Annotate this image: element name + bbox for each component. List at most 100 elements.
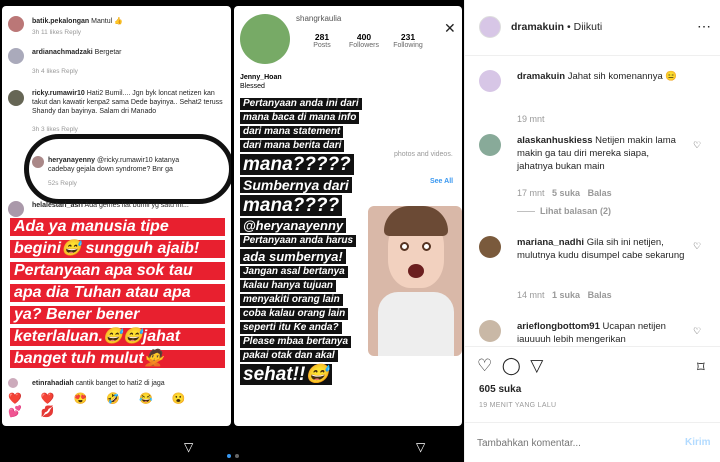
story-text-line: ada sumbernya!	[240, 249, 346, 264]
story-text-line: @heryanayenny	[240, 218, 347, 233]
send-icon[interactable]: ▽	[416, 440, 425, 454]
comment-time: 14 mnt	[517, 290, 545, 300]
view-replies[interactable]: —— Lihat balasan (2)	[517, 206, 611, 216]
story-text-line: Pertanyaan anda harus	[240, 235, 357, 247]
story-screenshot-profile: shangrkaulia 281 Posts 400 Followers 231…	[234, 6, 462, 426]
comment-time: 17 mnt	[517, 188, 545, 198]
posts-label: Posts	[313, 42, 331, 49]
reply-button[interactable]: Balas	[588, 188, 612, 198]
posted-time: 19 MENIT YANG LALU	[479, 402, 557, 409]
comment-row: helalestari_asri Ada gemes liat bumil yg…	[2, 199, 231, 219]
followers-label: Followers	[349, 42, 379, 49]
story-text-line: dari mana berita dari	[240, 140, 345, 152]
avatar	[8, 48, 24, 64]
like-icon[interactable]: ♡	[477, 356, 492, 375]
likes-count[interactable]: 605 suka	[479, 384, 521, 395]
comment-text: Mantul 👍	[91, 18, 123, 25]
carousel-dots	[225, 445, 241, 462]
caption: dramakuin Jahat sih komenannya 😑	[517, 70, 707, 83]
dot-active	[227, 454, 231, 458]
send-icon[interactable]: ▽	[184, 440, 193, 454]
comment-text: Bergetar	[94, 49, 122, 56]
more-options-icon[interactable]: ⋯	[697, 18, 711, 35]
profile-name: shangrkaulia	[296, 14, 342, 23]
view-replies-label[interactable]: Lihat balasan (2)	[540, 206, 611, 216]
comment-text: Ada gemes liat bumil yg satu ini...	[84, 202, 189, 209]
story-text-line: Pertanyaan apa sok tau	[10, 262, 225, 280]
scribble-circle	[24, 134, 231, 204]
follow-status[interactable]: • Diikuti	[567, 21, 602, 33]
divider	[465, 346, 720, 347]
comment-user[interactable]: arieflongbottom91	[517, 321, 600, 332]
story-text-line: Sumbernya dari	[240, 177, 352, 193]
posts-count: 281	[314, 32, 330, 42]
caption-user[interactable]: dramakuin	[517, 71, 565, 82]
like-comment-icon[interactable]: ♡	[693, 241, 701, 252]
close-icon[interactable]: ✕	[212, 20, 224, 37]
see-all-link[interactable]: See All	[430, 178, 453, 185]
story-text-line: seperti itu Ke anda?	[240, 322, 342, 334]
shocked-face-image	[368, 206, 462, 356]
comment-row: ricky.rumawir10 Hati2 Bumil.... Jgn byk …	[2, 86, 231, 136]
story-text-line: banget tuh mulut🙅	[10, 350, 225, 368]
avatar	[8, 201, 24, 217]
profile-avatar	[240, 14, 290, 64]
comment-row: ardianachmadzaki Bergetar 3h 4 likes Rep…	[2, 44, 231, 75]
emoji-reaction-bar[interactable]: ❤️ ❤️ 😍 🤣 😂 😮 💕 💋	[8, 392, 225, 418]
avatar	[8, 90, 24, 106]
bookmark-icon[interactable]: ⌑	[697, 358, 705, 376]
comment-user[interactable]: alaskanhuskiess	[517, 135, 593, 146]
comment-user[interactable]: mariana_nadhi	[517, 237, 584, 248]
comment-text: cantik banget to hati2 di jaga	[75, 380, 165, 387]
comment-likes[interactable]: 5 suka	[552, 188, 580, 198]
story-viewer: batik.pekalongan Mantul 👍 3h 11 likes Re…	[0, 0, 464, 462]
comment: mariana_nadhi Gila sih ini netijen, mulu…	[517, 236, 685, 262]
story-text-line: mana baca di mana info	[240, 112, 360, 124]
caption-avatar[interactable]	[479, 70, 501, 92]
story-text-line: dari mana statement	[240, 126, 344, 138]
comment-icon[interactable]: ◯	[502, 356, 521, 375]
bio-name: Jenny_Hoan	[240, 74, 282, 81]
reply-button[interactable]: Balas	[588, 290, 612, 300]
account-avatar[interactable]	[479, 16, 501, 38]
post-header: dramakuin • Diikuti ⋯	[465, 0, 720, 56]
share-icon[interactable]: ▽	[530, 356, 543, 375]
comment-avatar[interactable]	[479, 134, 501, 156]
comment-user: etinrahadiah	[32, 380, 74, 387]
comment-user: ricky.rumawir10	[32, 90, 85, 97]
story-text-line: kalau hanya tujuan	[240, 280, 337, 292]
like-comment-icon[interactable]: ♡	[693, 326, 701, 337]
story-text-line: Pertanyaan anda ini dari	[240, 98, 362, 110]
close-icon[interactable]: ✕	[444, 20, 456, 37]
story-text-line: mana?????	[240, 154, 354, 175]
comment-row: batik.pekalongan Mantul 👍 3h 11 likes Re…	[2, 12, 231, 38]
add-comment-bar: Kirim	[465, 422, 720, 462]
following-label: Following	[393, 42, 423, 49]
following-count: 231	[400, 32, 416, 42]
comment-meta: 3h 11 likes Reply	[32, 29, 82, 36]
comment-likes[interactable]: 1 suka	[552, 290, 580, 300]
comment-user: helalestari_asri	[32, 202, 83, 209]
avatar	[8, 378, 18, 388]
like-comment-icon[interactable]: ♡	[693, 140, 701, 151]
comment-meta: 14 mnt 1 suka Balas	[517, 290, 612, 300]
avatar	[8, 16, 24, 32]
photos-text: photos and videos.	[394, 151, 453, 158]
story-screenshot-comments: batik.pekalongan Mantul 👍 3h 11 likes Re…	[2, 6, 231, 426]
story-text-line: Please mbaa bertanya	[240, 336, 352, 348]
post-comment-button[interactable]: Kirim	[685, 437, 711, 448]
comment-user: ardianachmadzaki	[32, 49, 93, 56]
post-actions: ♡ ◯ ▽	[477, 356, 543, 376]
comment-meta: 3h 3 likes Reply	[32, 126, 78, 133]
comment-avatar[interactable]	[479, 236, 501, 258]
account-username[interactable]: dramakuin	[511, 21, 564, 33]
story-text-line: begini😅 sungguh ajaib!	[10, 240, 225, 258]
add-comment-input[interactable]	[477, 434, 667, 452]
comment-row: etinrahadiah cantik banget to hati2 di j…	[2, 378, 231, 390]
story-text-line: sehat!!😅	[240, 364, 332, 385]
comment: alaskanhuskiess Netijen makin lama makin…	[517, 134, 685, 173]
caption-text: Jahat sih komenannya 😑	[567, 71, 678, 82]
story-text-line: keterlaluan.😅😅jahat	[10, 328, 225, 346]
comment-avatar[interactable]	[479, 320, 501, 342]
story-text-line: ya? Bener bener	[10, 306, 225, 324]
